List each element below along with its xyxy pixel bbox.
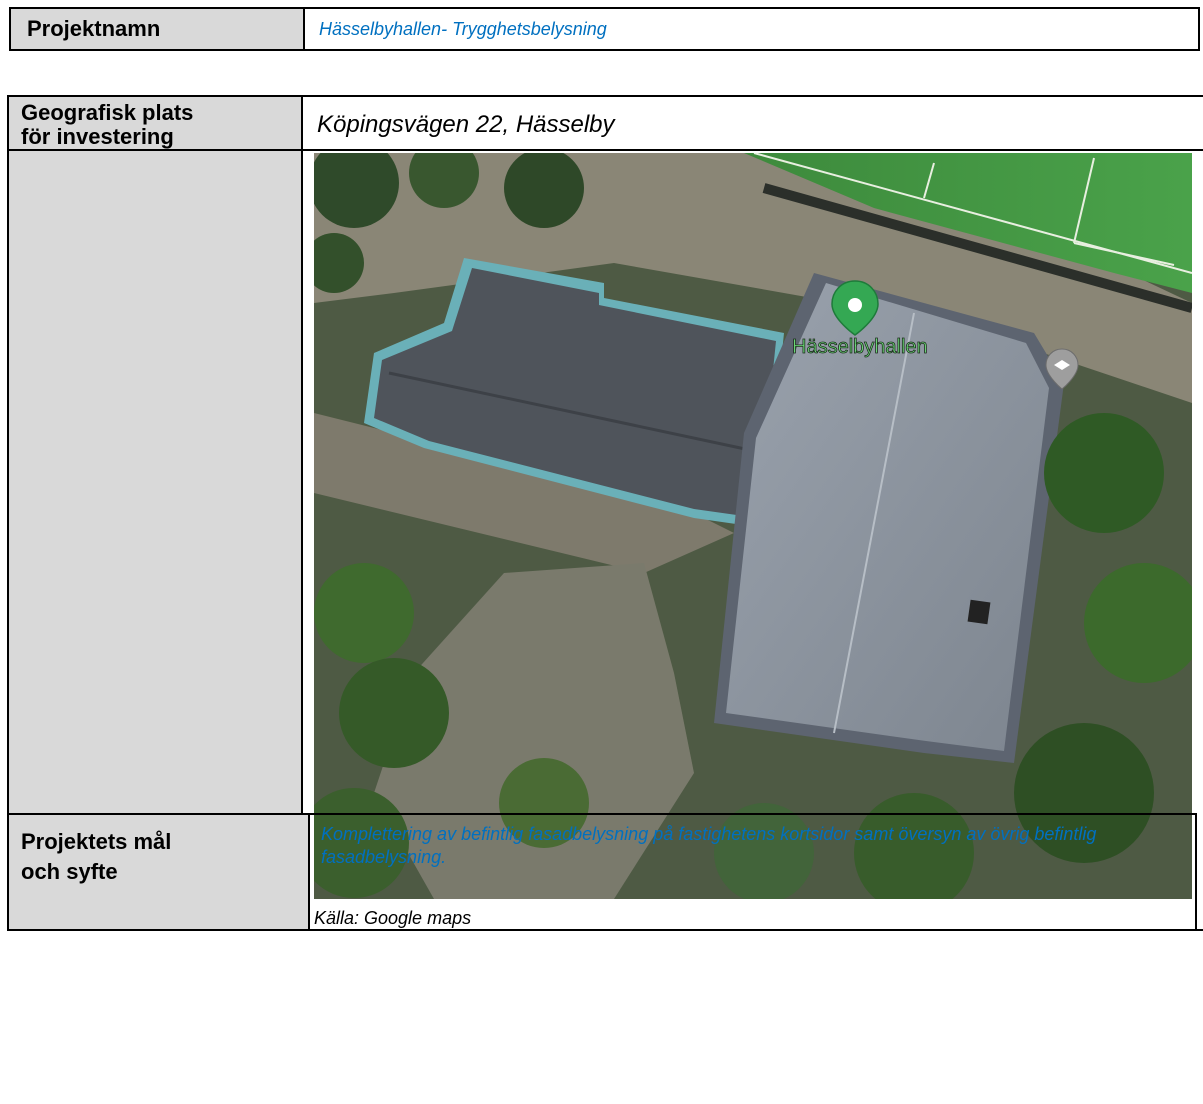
location-address: Köpingsvägen 22, Hässelby [301,95,1203,151]
goals-text: Komplettering av befintlig fasadbelysnin… [308,813,1197,931]
location-label-line2: för investering [21,124,174,149]
satellite-map: Hässelbyhallen [299,138,1203,913]
tree [1044,413,1164,533]
roof-vent [967,599,991,625]
project-name-value: Hässelbyhallen- Trygghetsbelysning [303,7,1200,51]
goals-label-line2: och syfte [21,859,118,884]
goals-label: Projektets mål och syfte [7,813,310,931]
location-label: Geografisk plats för investering [7,95,303,151]
map-place-label: Hässelbyhallen [792,336,928,358]
project-name-table: Projektnamn Hässelbyhallen- Trygghetsbel… [9,7,1200,51]
location-label-line1: Geografisk plats [21,100,194,125]
tree [339,658,449,768]
goals-label-line1: Projektets mål [21,829,172,854]
tree [314,563,414,663]
goals-table: Projektets mål och syfte Komplettering a… [7,813,1197,931]
location-table: Geografisk plats för investering Köpings… [7,95,1203,931]
project-name-label: Projektnamn [9,7,305,51]
